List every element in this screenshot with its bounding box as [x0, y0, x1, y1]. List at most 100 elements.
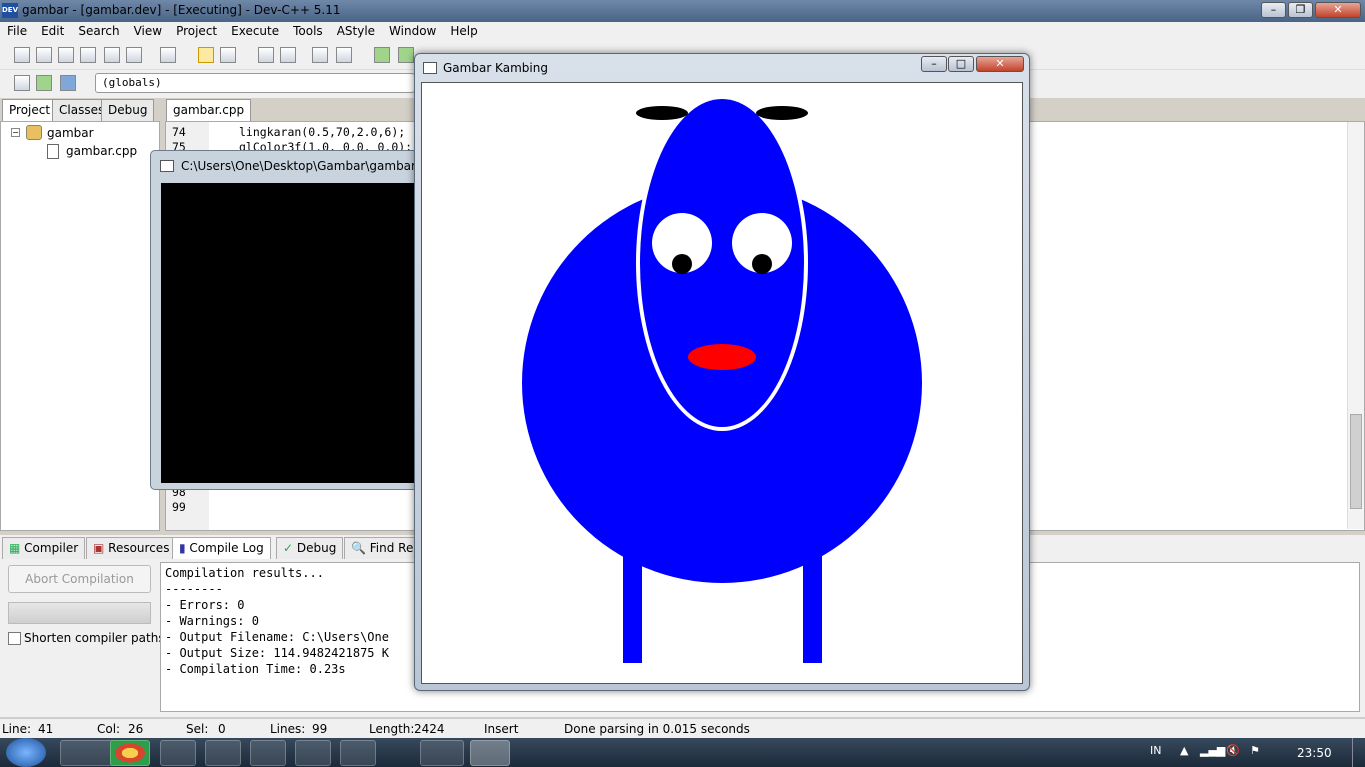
- console-task-icon[interactable]: [420, 740, 464, 766]
- goat-left-pupil: [672, 254, 692, 274]
- status-sel: 0: [218, 722, 226, 736]
- menu-view[interactable]: View: [127, 22, 169, 38]
- menu-project[interactable]: Project: [169, 22, 224, 38]
- print-icon[interactable]: [160, 47, 176, 63]
- status-length-label: Length:: [369, 722, 415, 736]
- compile-icon[interactable]: [398, 47, 414, 63]
- goat-drawing: [522, 95, 922, 663]
- shorten-paths-checkbox[interactable]: [8, 632, 21, 645]
- editor-scrollbar[interactable]: [1347, 122, 1364, 529]
- tray-arrow-icon[interactable]: ▲: [1180, 744, 1188, 757]
- shorten-paths-label: Shorten compiler paths: [24, 631, 165, 645]
- show-desktop-button[interactable]: [1352, 738, 1365, 767]
- gl-maximize-button[interactable]: □: [948, 56, 974, 72]
- close-file-icon[interactable]: [104, 47, 120, 63]
- twitter-icon[interactable]: [205, 740, 241, 766]
- close-all-icon[interactable]: [126, 47, 142, 63]
- line-number: 74: [172, 125, 186, 139]
- word-icon[interactable]: [160, 740, 196, 766]
- menu-file[interactable]: File: [0, 22, 34, 38]
- language-indicator[interactable]: IN: [1150, 744, 1161, 757]
- scope-combo[interactable]: (globals): [95, 73, 415, 93]
- bookmark-icon[interactable]: [36, 75, 52, 91]
- code-line[interactable]: lingkaran(0.5,70,2.0,6);: [239, 125, 405, 139]
- tab-compile-log[interactable]: ▮ Compile Log: [172, 537, 271, 559]
- goat-left-ear: [636, 106, 688, 120]
- insert-icon[interactable]: [14, 75, 30, 91]
- tab-label: Compiler: [24, 541, 79, 555]
- menu-bar: File Edit Search View Project Execute Tools ASt…: [0, 22, 1365, 42]
- menu-help[interactable]: Help: [443, 22, 484, 38]
- status-col-label: Col:: [97, 722, 121, 736]
- menu-astyle[interactable]: AStyle: [330, 22, 382, 38]
- signal-icon[interactable]: ▂▄▆: [1200, 744, 1225, 757]
- project-icon: [26, 125, 42, 140]
- tab-label: Compile Log: [189, 541, 264, 555]
- tab-project[interactable]: Project: [2, 99, 58, 122]
- editor-tab[interactable]: gambar.cpp: [166, 99, 252, 122]
- console-screen[interactable]: [161, 183, 419, 483]
- undo-icon[interactable]: [198, 47, 214, 63]
- sublime-icon[interactable]: [295, 740, 331, 766]
- maximize-button[interactable]: ❐: [1288, 2, 1313, 18]
- unindent-icon[interactable]: [336, 47, 352, 63]
- line-number: 99: [172, 500, 186, 514]
- open-icon[interactable]: [36, 47, 52, 63]
- tab-resources[interactable]: ▣ Resources: [86, 537, 177, 559]
- gl-minimize-button[interactable]: –: [921, 56, 947, 72]
- collapse-icon[interactable]: −: [11, 128, 20, 137]
- explorer-icon[interactable]: [60, 740, 116, 766]
- menu-execute[interactable]: Execute: [224, 22, 286, 38]
- goto-bookmark-icon[interactable]: [60, 75, 76, 91]
- menu-window[interactable]: Window: [382, 22, 443, 38]
- indent-icon[interactable]: [312, 47, 328, 63]
- title-bar: DEV gambar - [gambar.dev] - [Executing] …: [0, 0, 1365, 22]
- status-line: 41: [38, 722, 54, 736]
- goat-left-leg: [623, 553, 642, 663]
- chrome-icon[interactable]: [110, 740, 150, 766]
- xampp-icon[interactable]: [250, 740, 286, 766]
- clock[interactable]: 23:50: [1297, 746, 1332, 760]
- redo-icon[interactable]: [220, 47, 236, 63]
- find-icon: 🔍: [351, 541, 370, 555]
- project-tree: − gambar gambar.cpp: [0, 121, 160, 531]
- chart-icon: ▮: [179, 541, 190, 555]
- minimize-button[interactable]: –: [1261, 2, 1286, 18]
- goat-mouth: [688, 344, 756, 370]
- console-title: C:\Users\One\Desktop\Gambar\gambar.exe: [181, 159, 416, 173]
- console-icon: [160, 160, 174, 172]
- save-icon[interactable]: [58, 47, 74, 63]
- console-window[interactable]: C:\Users\One\Desktop\Gambar\gambar.exe: [150, 150, 419, 490]
- tab-debug-bottom[interactable]: ✓ Debug: [276, 537, 344, 559]
- new-file-icon[interactable]: [14, 47, 30, 63]
- gl-window-icon: [423, 62, 437, 74]
- devcpp-task-icon[interactable]: [340, 740, 376, 766]
- gl-close-button[interactable]: ✕: [976, 56, 1024, 72]
- scrollbar-thumb[interactable]: [1350, 414, 1362, 509]
- replace-icon[interactable]: [280, 47, 296, 63]
- tree-project[interactable]: gambar: [47, 126, 94, 140]
- check-icon: ✓: [283, 541, 297, 555]
- menu-tools[interactable]: Tools: [286, 22, 330, 38]
- find-icon[interactable]: [258, 47, 274, 63]
- menu-edit[interactable]: Edit: [34, 22, 71, 38]
- resources-icon: ▣: [93, 541, 109, 555]
- goto-icon[interactable]: [374, 47, 390, 63]
- action-center-icon[interactable]: ⚑: [1250, 744, 1260, 757]
- close-button[interactable]: ✕: [1315, 2, 1361, 18]
- volume-muted-icon[interactable]: 🔇: [1226, 744, 1240, 757]
- status-message: Done parsing in 0.015 seconds: [564, 722, 750, 736]
- abort-compilation-button[interactable]: Abort Compilation: [8, 565, 151, 593]
- gl-canvas[interactable]: [421, 82, 1023, 684]
- gl-task-icon[interactable]: [470, 740, 510, 766]
- gl-window-title: Gambar Kambing: [443, 61, 548, 75]
- menu-search[interactable]: Search: [71, 22, 126, 38]
- tab-debug[interactable]: Debug: [101, 99, 155, 121]
- left-panel-tabs: Project Classes Debug: [0, 99, 162, 122]
- save-all-icon[interactable]: [80, 47, 96, 63]
- tab-compiler[interactable]: ▦ Compiler: [2, 537, 86, 559]
- taskbar: IN ▲ ▂▄▆ 🔇 ⚑ 23:50: [0, 738, 1365, 767]
- tree-file[interactable]: gambar.cpp: [66, 144, 137, 158]
- start-button[interactable]: [6, 738, 46, 767]
- status-line-label: Line:: [2, 722, 32, 736]
